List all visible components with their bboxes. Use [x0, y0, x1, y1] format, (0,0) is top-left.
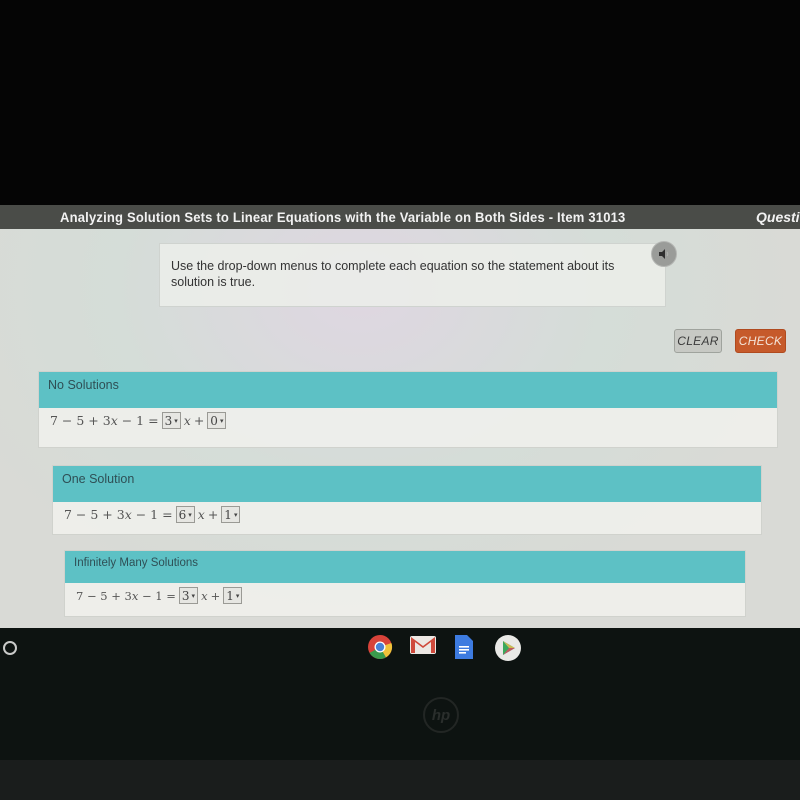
audio-button[interactable] [651, 241, 677, 267]
chrome-icon[interactable] [367, 634, 393, 660]
play-store-icon[interactable] [494, 634, 521, 661]
coefficient-dropdown[interactable]: 6 ▾ [175, 506, 195, 523]
chevron-down-icon: ▾ [188, 510, 192, 519]
equation: 7 − 5 + 3x − 1 = 3 ▾ x + 0 ▾ [39, 408, 777, 429]
panel-heading-text: One Solution [62, 472, 135, 486]
assignment-title: Analyzing Solution Sets to Linear Equati… [60, 209, 626, 225]
docs-icon[interactable] [453, 634, 479, 660]
chevron-down-icon: ▾ [191, 591, 196, 600]
panel-heading-text: No Solutions [48, 378, 119, 392]
equation-lhs: 7 − 5 + 3x − 1 = [76, 588, 176, 603]
panel-heading-text: Infinitely Many Solutions [74, 557, 199, 569]
panel-no-solutions: No Solutions 7 − 5 + 3x − 1 = 3 ▾ x + 0 ▾ [38, 371, 778, 448]
panel-heading: Infinitely Many Solutions [65, 551, 745, 583]
check-button[interactable]: CHECK [735, 329, 786, 353]
equation-lhs: 7 − 5 + 3x − 1 = [64, 507, 173, 522]
laptop-bezel [0, 760, 800, 800]
chevron-down-icon: ▾ [235, 591, 240, 600]
question-label: Questic [756, 209, 800, 225]
constant-dropdown[interactable]: 0 ▾ [207, 412, 227, 429]
chevron-down-icon: ▾ [174, 416, 178, 425]
panel-one-solution: One Solution 7 − 5 + 3x − 1 = 6 ▾ x + 1 ▾ [52, 465, 762, 535]
launcher-icon[interactable] [3, 641, 17, 655]
equation: 7 − 5 + 3x − 1 = 6 ▾ x + 1 ▾ [53, 502, 761, 523]
hp-logo: hp [423, 697, 459, 733]
variable: x [201, 588, 208, 603]
instructions-box: Use the drop-down menus to complete each… [159, 243, 666, 307]
clear-button[interactable]: CLEAR [674, 329, 722, 353]
panel-heading: One Solution [53, 466, 761, 502]
plus-sign: + [193, 413, 205, 428]
variable: x [183, 413, 191, 428]
constant-dropdown[interactable]: 1 ▾ [221, 506, 241, 523]
panel-heading: No Solutions [39, 372, 777, 408]
coefficient-dropdown[interactable]: 3 ▾ [161, 412, 181, 429]
coefficient-dropdown[interactable]: 3 ▾ [178, 587, 199, 604]
constant-dropdown[interactable]: 1 ▾ [223, 587, 243, 604]
instructions-text: Use the drop-down menus to complete each… [171, 259, 615, 289]
browser-content: Analyzing Solution Sets to Linear Equati… [0, 205, 800, 628]
panel-infinitely-many-solutions: Infinitely Many Solutions 7 − 5 + 3x − 1… [64, 550, 746, 617]
assignment-title-bar: Analyzing Solution Sets to Linear Equati… [0, 205, 800, 229]
chevron-down-icon: ▾ [219, 416, 224, 425]
gmail-icon[interactable] [409, 634, 436, 660]
plus-sign: + [210, 588, 221, 603]
variable: x [197, 507, 205, 522]
plus-sign: + [207, 507, 219, 522]
os-shelf [0, 628, 800, 760]
equation-lhs: 7 − 5 + 3x − 1 = [50, 413, 159, 428]
chevron-down-icon: ▾ [233, 510, 238, 519]
equation: 7 − 5 + 3x − 1 = 3 ▾ x + 1 ▾ [65, 583, 745, 604]
speaker-icon [659, 249, 669, 259]
